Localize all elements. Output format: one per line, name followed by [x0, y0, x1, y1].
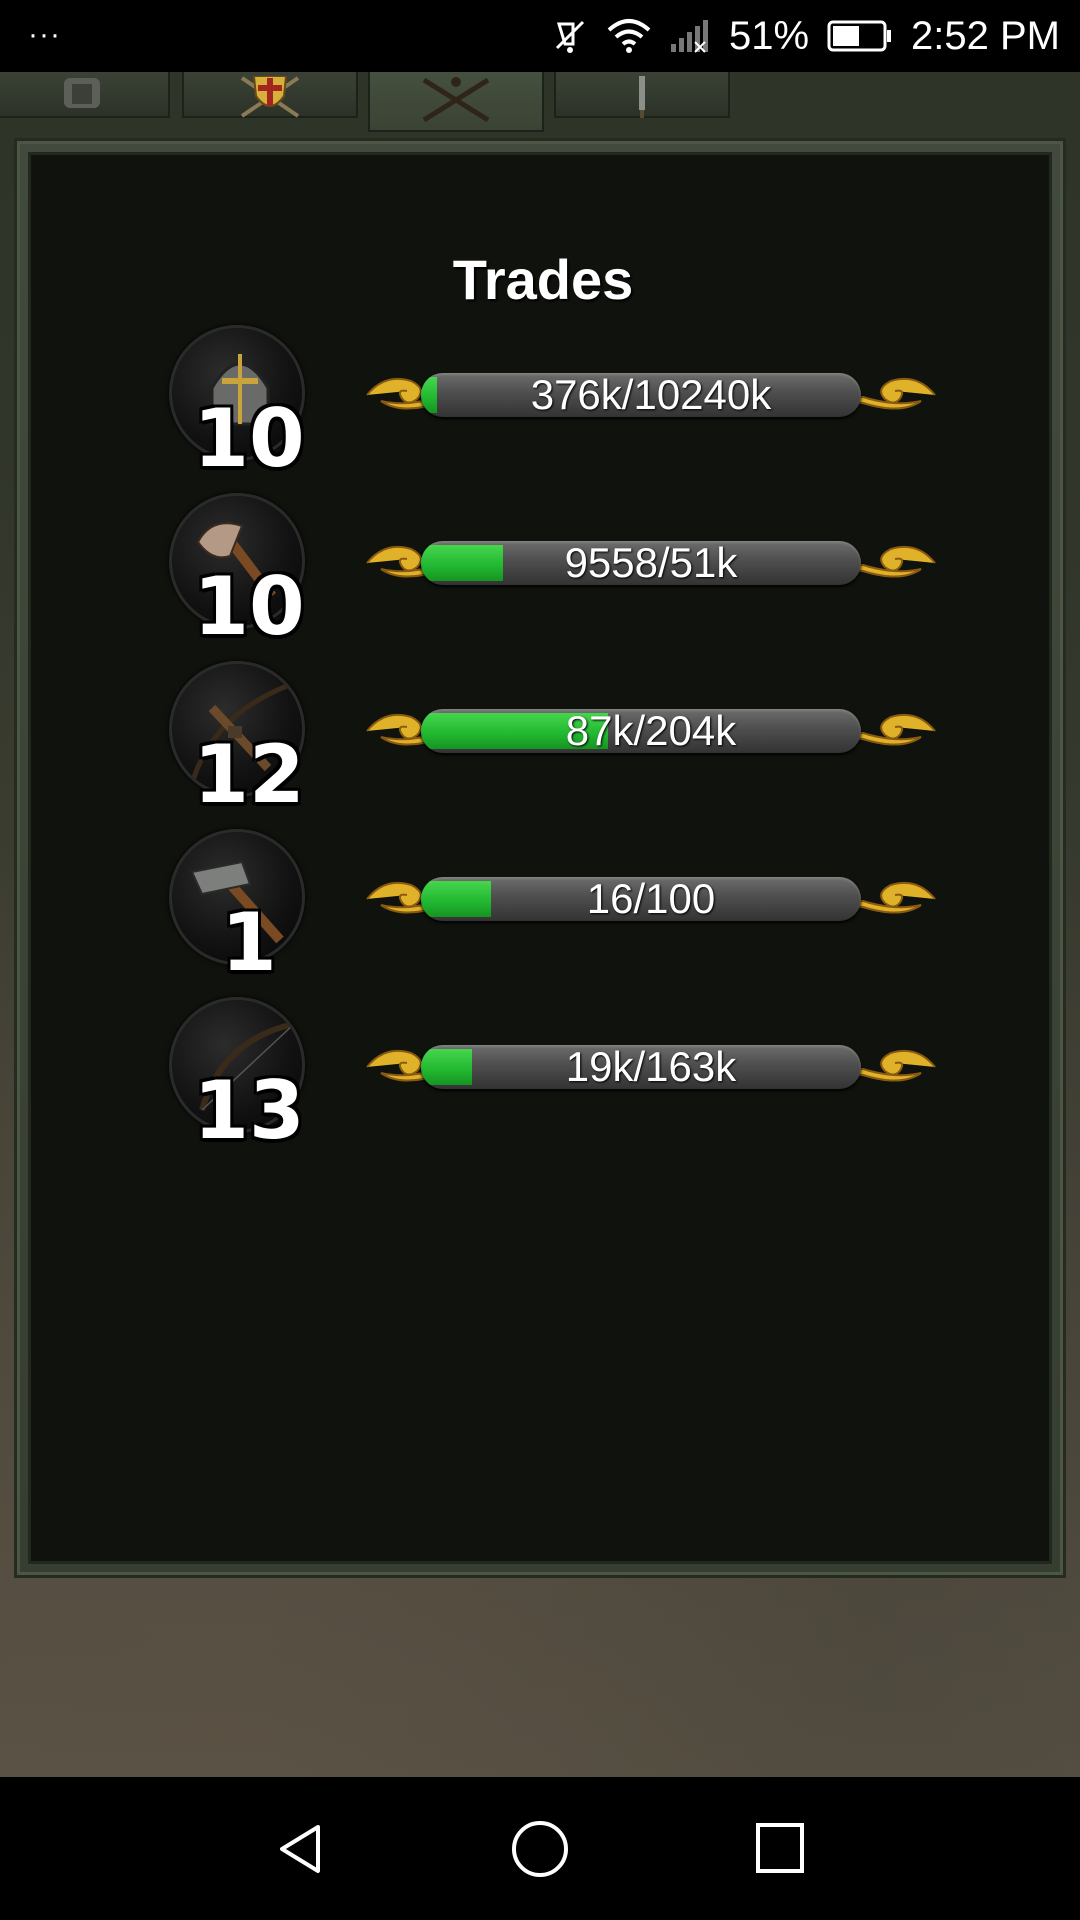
armor-icon	[52, 76, 112, 121]
recents-icon[interactable]	[754, 1821, 806, 1882]
trade-row-smith[interactable]: 1 16/100	[31, 829, 1055, 983]
trade-level: 12	[193, 728, 305, 821]
crossed-tools-icon	[414, 76, 498, 129]
battery-percent: 51%	[728, 13, 810, 58]
battery-icon	[827, 19, 893, 53]
trade-row-woodcutter[interactable]: 10 9558/51k	[31, 493, 1055, 647]
status-bar: ··· 51% 2:52 PM	[0, 0, 1080, 72]
wifi-icon	[607, 18, 651, 54]
progress-text: 9558/51k	[564, 539, 738, 586]
tab-shield[interactable]	[182, 72, 358, 118]
navigation-bar	[0, 1777, 1080, 1920]
trades-panel: Trades 10 376k/10240k 10 9558/51k 12 87k…	[28, 152, 1052, 1564]
menu-dots-icon[interactable]: ···	[28, 18, 61, 52]
game-area: Trades 10 376k/10240k 10 9558/51k 12 87k…	[0, 72, 1080, 1777]
sword-icon	[627, 76, 657, 123]
progress-text: 376k/10240k	[530, 371, 772, 418]
progress-text: 87k/204k	[565, 707, 737, 754]
trade-level: 10	[193, 392, 305, 485]
tab-armor[interactable]	[0, 72, 170, 118]
back-icon[interactable]	[272, 1821, 328, 1882]
progress-bar: 19k/163k	[361, 1035, 941, 1099]
mute-icon	[551, 16, 589, 56]
trade-row-armorsmith[interactable]: 10 376k/10240k	[31, 325, 1055, 479]
progress-bar: 16/100	[361, 867, 941, 931]
progress-text: 16/100	[586, 875, 716, 922]
progress-bar: 87k/204k	[361, 699, 941, 763]
clock: 2:52 PM	[911, 13, 1060, 58]
shield-icon	[238, 75, 302, 123]
progress-text: 19k/163k	[565, 1043, 737, 1090]
progress-bar: 9558/51k	[361, 531, 941, 595]
progress-bar: 376k/10240k	[361, 363, 941, 427]
tab-trades[interactable]	[368, 72, 544, 132]
tab-bar	[0, 72, 1080, 132]
trade-level: 13	[193, 1064, 305, 1157]
trade-level: 1	[221, 896, 277, 989]
tab-sword[interactable]	[554, 72, 730, 118]
signal-icon	[669, 18, 711, 54]
trade-level: 10	[193, 560, 305, 653]
trade-row-crossbow[interactable]: 12 87k/204k	[31, 661, 1055, 815]
home-icon[interactable]	[510, 1821, 570, 1886]
trade-row-bowyer[interactable]: 13 19k/163k	[31, 997, 1055, 1151]
page-title: Trades	[452, 248, 634, 311]
